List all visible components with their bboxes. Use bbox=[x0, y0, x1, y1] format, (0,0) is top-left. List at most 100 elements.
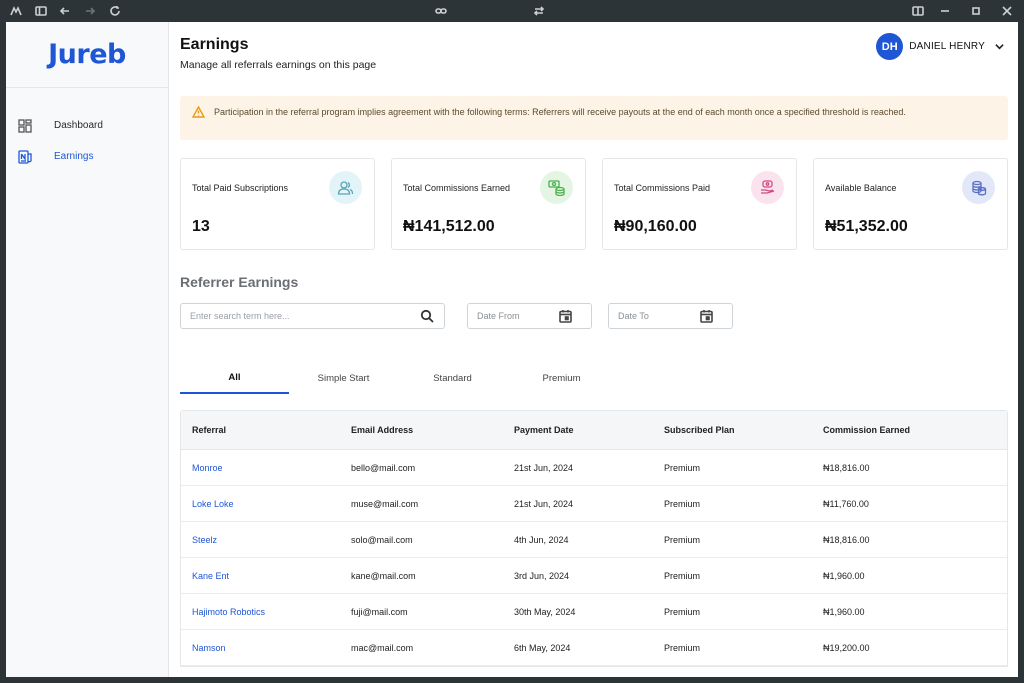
split-view-icon[interactable] bbox=[911, 4, 925, 18]
tab-standard[interactable]: Standard bbox=[398, 363, 507, 394]
calendar-icon[interactable] bbox=[700, 309, 714, 323]
stat-card-commissions-paid: Total Commissions Paid ₦90,160.00 bbox=[602, 158, 797, 250]
stat-card-available-balance: Available Balance ₦51,352.00 bbox=[813, 158, 1008, 250]
plan-cell: Premium bbox=[664, 570, 701, 581]
commission-cell: ₦1,960.00 bbox=[823, 570, 865, 581]
warning-icon bbox=[191, 105, 206, 118]
email-cell: muse@mail.com bbox=[351, 498, 419, 509]
date-from-input[interactable] bbox=[468, 304, 558, 328]
referral-link[interactable]: Loke Loke bbox=[181, 499, 351, 509]
tab-premium[interactable]: Premium bbox=[507, 363, 616, 394]
plan-cell: Premium bbox=[664, 534, 701, 545]
minimize-icon[interactable] bbox=[938, 4, 952, 18]
chevron-down-icon bbox=[995, 38, 1004, 56]
sidebar-toggle-icon[interactable] bbox=[34, 4, 48, 18]
referrer-earnings-title: Referrer Earnings bbox=[180, 274, 299, 290]
email-cell: solo@mail.com bbox=[351, 534, 413, 545]
stat-card-value: ₦141,512.00 bbox=[403, 218, 495, 235]
stat-card-label: Total Commissions Paid bbox=[614, 183, 711, 193]
referral-link[interactable]: Steelz bbox=[181, 535, 351, 545]
table-row: Namson mac@mail.com 6th May, 2024 Premiu… bbox=[181, 630, 1007, 666]
sidebar-item-earnings[interactable]: Earnings bbox=[6, 141, 168, 172]
maximize-icon[interactable] bbox=[969, 4, 983, 18]
users-icon bbox=[329, 171, 362, 204]
close-icon[interactable] bbox=[1000, 4, 1014, 18]
referral-link[interactable]: Namson bbox=[181, 643, 351, 653]
stat-card-value: 13 bbox=[192, 218, 210, 235]
transfer-icon[interactable] bbox=[532, 4, 546, 18]
payment-date-cell: 3rd Jun, 2024 bbox=[514, 570, 570, 581]
dashboard-grid-icon bbox=[18, 118, 32, 133]
column-header-plan[interactable]: Subscribed Plan bbox=[664, 425, 823, 435]
notice-text: Participation in the referral program im… bbox=[214, 107, 906, 117]
email-cell: fuji@mail.com bbox=[351, 606, 408, 617]
tab-simple-start[interactable]: Simple Start bbox=[289, 363, 398, 394]
table-header: Referral Email Address Payment Date Subs… bbox=[181, 411, 1007, 450]
payment-date-cell: 21st Jun, 2024 bbox=[514, 498, 574, 509]
referral-link[interactable]: Hajimoto Robotics bbox=[181, 607, 351, 617]
stat-card-label: Total Commissions Earned bbox=[403, 183, 511, 193]
stat-card-paid-subscriptions: Total Paid Subscriptions 13 bbox=[180, 158, 375, 250]
reload-icon[interactable] bbox=[108, 4, 122, 18]
email-cell: kane@mail.com bbox=[351, 570, 416, 581]
main-content: Earnings Manage all referrals earnings o… bbox=[169, 22, 1018, 677]
back-arrow-icon[interactable] bbox=[58, 4, 72, 18]
table-row: Kane Ent kane@mail.com 3rd Jun, 2024 Pre… bbox=[181, 558, 1007, 594]
table-row: Monroe bello@mail.com 21st Jun, 2024 Pre… bbox=[181, 450, 1007, 486]
plan-cell: Premium bbox=[664, 498, 701, 509]
payment-date-cell: 30th May, 2024 bbox=[514, 606, 576, 617]
app-window: Jureb Dashboard Earnings Earnings Manage… bbox=[6, 22, 1018, 677]
search-icon[interactable] bbox=[420, 309, 434, 323]
stat-card-commissions-earned: Total Commissions Earned ₦141,512.00 bbox=[391, 158, 586, 250]
link-icon[interactable] bbox=[434, 4, 448, 18]
table-row: Hajimoto Robotics fuji@mail.com 30th May… bbox=[181, 594, 1007, 630]
referral-terms-notice: Participation in the referral program im… bbox=[180, 96, 1008, 140]
browser-logo-icon[interactable] bbox=[9, 4, 23, 18]
earnings-icon bbox=[18, 149, 32, 164]
payment-date-cell: 21st Jun, 2024 bbox=[514, 462, 574, 473]
date-to-field bbox=[608, 303, 733, 329]
user-menu[interactable]: DH DANIEL HENRY bbox=[876, 33, 1004, 60]
sidebar: Jureb Dashboard Earnings bbox=[6, 22, 169, 677]
stats-cards: Total Paid Subscriptions 13 Total Commis… bbox=[180, 158, 1008, 250]
search-box bbox=[180, 303, 445, 329]
column-header-email[interactable]: Email Address bbox=[351, 425, 514, 435]
stat-card-label: Available Balance bbox=[825, 183, 897, 193]
forward-arrow-icon[interactable] bbox=[83, 4, 97, 18]
sidebar-item-label: Dashboard bbox=[54, 120, 103, 131]
column-header-referral[interactable]: Referral bbox=[181, 425, 351, 435]
commission-cell: ₦1,960.00 bbox=[823, 606, 865, 617]
brand-name: Jureb bbox=[48, 39, 126, 70]
commission-cell: ₦18,816.00 bbox=[823, 534, 870, 545]
commission-cell: ₦11,760.00 bbox=[823, 498, 869, 509]
avatar: DH bbox=[876, 33, 904, 60]
brand-logo[interactable]: Jureb bbox=[6, 22, 168, 88]
table-row: Loke Loke muse@mail.com 21st Jun, 2024 P… bbox=[181, 486, 1007, 522]
browser-toolbar bbox=[0, 0, 1024, 22]
user-name: DANIEL HENRY bbox=[909, 41, 985, 52]
payment-date-cell: 6th May, 2024 bbox=[514, 642, 571, 653]
calendar-icon[interactable] bbox=[559, 309, 573, 323]
date-from-field bbox=[467, 303, 592, 329]
table-row: Steelz solo@mail.com 4th Jun, 2024 Premi… bbox=[181, 522, 1007, 558]
commission-cell: ₦18,816.00 bbox=[823, 462, 870, 473]
email-cell: bello@mail.com bbox=[351, 462, 416, 473]
plan-tabs: All Simple Start Standard Premium bbox=[180, 363, 616, 394]
sidebar-nav: Dashboard Earnings bbox=[6, 88, 168, 172]
page-title: Earnings bbox=[180, 36, 249, 53]
column-header-payment-date[interactable]: Payment Date bbox=[514, 425, 664, 435]
referral-link[interactable]: Kane Ent bbox=[181, 571, 351, 581]
payment-date-cell: 4th Jun, 2024 bbox=[514, 534, 569, 545]
referral-link[interactable]: Monroe bbox=[181, 463, 351, 473]
earnings-table: Referral Email Address Payment Date Subs… bbox=[180, 410, 1008, 667]
tab-all[interactable]: All bbox=[180, 363, 289, 394]
coins-icon bbox=[962, 171, 995, 204]
sidebar-item-dashboard[interactable]: Dashboard bbox=[6, 110, 168, 141]
stat-card-value: ₦90,160.00 bbox=[614, 218, 697, 235]
plan-cell: Premium bbox=[664, 462, 701, 473]
column-header-commission[interactable]: Commission Earned bbox=[823, 425, 1003, 435]
plan-cell: Premium bbox=[664, 606, 701, 617]
date-to-input[interactable] bbox=[609, 304, 699, 328]
search-input[interactable] bbox=[181, 304, 401, 328]
hand-money-icon bbox=[751, 171, 784, 204]
